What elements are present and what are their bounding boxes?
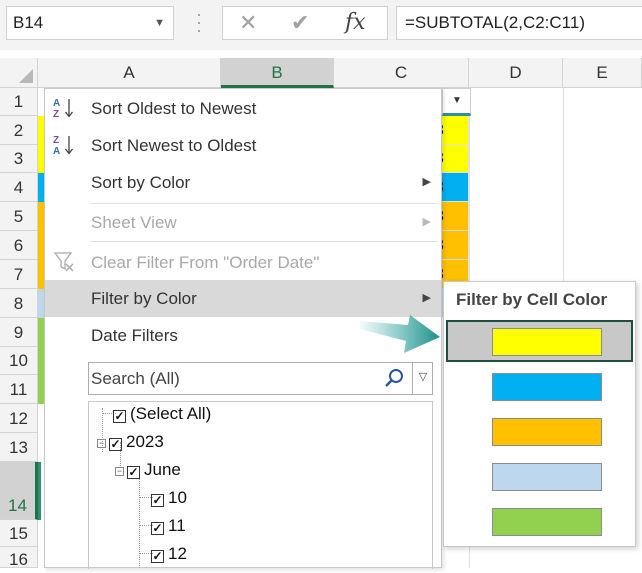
menu-item-label: Filter by Color xyxy=(91,289,197,308)
checkbox-checked-icon[interactable]: ✓ xyxy=(113,410,126,423)
column-header-c[interactable]: C xyxy=(334,58,469,88)
row-header[interactable]: 7 xyxy=(0,260,38,289)
tree-item-day[interactable]: ✓ 10 xyxy=(151,487,187,509)
cell-c4[interactable]: 3 xyxy=(441,173,469,202)
column-header-e[interactable]: E xyxy=(563,58,642,88)
menu-separator xyxy=(91,241,437,242)
svg-text:Z: Z xyxy=(53,135,59,146)
row-header[interactable]: 13 xyxy=(0,433,38,462)
checkbox-checked-icon[interactable]: ✓ xyxy=(109,438,122,451)
insert-function-icon[interactable]: fx xyxy=(345,7,366,39)
menu-item-sheet-view: Sheet View ▶ xyxy=(45,204,441,241)
checkbox-checked-icon[interactable]: ✓ xyxy=(127,466,140,479)
menu-item-label: Sheet View xyxy=(91,213,177,232)
row-header[interactable]: 4 xyxy=(0,173,38,202)
cell-c6[interactable]: 3 xyxy=(441,231,469,260)
submenu-arrow-icon: ▶ xyxy=(422,216,431,228)
tree-item-day[interactable]: ✓ 11 xyxy=(151,515,186,537)
svg-text:A: A xyxy=(53,146,60,157)
name-box-dropdown-icon[interactable]: ▼ xyxy=(154,7,165,39)
select-all-corner[interactable] xyxy=(0,58,38,88)
color-option-yellow[interactable] xyxy=(446,320,633,362)
checkbox-checked-icon[interactable]: ✓ xyxy=(151,522,164,535)
search-input[interactable]: Search (All) xyxy=(88,362,433,395)
cell-c5[interactable]: 3 xyxy=(441,202,469,231)
column-header-d[interactable]: D xyxy=(469,58,563,88)
callout-arrow-icon xyxy=(360,315,440,353)
row-header[interactable]: 12 xyxy=(0,404,38,433)
row-header[interactable]: 11 xyxy=(0,375,38,404)
formula-input[interactable]: =SUBTOTAL(2,C2:C11) xyxy=(396,6,642,40)
color-swatch xyxy=(492,463,602,491)
color-option-light-blue[interactable] xyxy=(446,455,633,497)
column-header-a[interactable]: A xyxy=(38,58,221,88)
submenu-arrow-icon: ▶ xyxy=(422,176,431,188)
search-dropdown-icon[interactable]: ▽ xyxy=(412,362,433,395)
row-header[interactable]: 3 xyxy=(0,145,38,173)
row-header[interactable]: 9 xyxy=(0,318,38,347)
tree-item-year[interactable]: − ✓ 2023 xyxy=(97,431,164,453)
row-header[interactable]: 14 xyxy=(0,462,38,520)
menu-item-label: Clear Filter From "Order Date" xyxy=(91,253,320,272)
tree-item-month[interactable]: − ✓ June xyxy=(115,459,181,481)
cancel-icon[interactable]: ✕ xyxy=(239,7,257,39)
color-swatch xyxy=(492,373,602,401)
row-header[interactable]: 6 xyxy=(0,231,38,260)
row-header[interactable]: 16 xyxy=(0,547,38,569)
name-box[interactable]: B14 ▼ xyxy=(6,6,174,40)
svg-text:A: A xyxy=(53,98,60,109)
menu-item-label: Sort Oldest to Newest xyxy=(91,99,257,118)
row-header[interactable]: 1 xyxy=(0,88,38,116)
filter-value-tree: ✓ (Select All) − ✓ 2023 − ✓ June ✓ 10 ✓ 11 ✓ 12 xyxy=(88,401,433,569)
menu-item-clear-filter: Clear Filter From "Order Date" xyxy=(45,244,441,281)
color-swatch xyxy=(492,418,602,446)
cell-c2[interactable]: 3 xyxy=(441,116,469,145)
row-header[interactable]: 10 xyxy=(0,347,38,375)
collapse-icon[interactable]: − xyxy=(115,467,124,476)
cell-c3[interactable]: 3 xyxy=(441,145,469,173)
formula-buttons: ✕ ✔ fx xyxy=(222,6,388,40)
checkbox-checked-icon[interactable]: ✓ xyxy=(151,494,164,507)
color-option-green[interactable] xyxy=(446,500,633,542)
row-header[interactable]: 8 xyxy=(0,289,38,318)
menu-item-sort-by-color[interactable]: Sort by Color ▶ xyxy=(45,164,441,201)
clear-filter-icon xyxy=(53,252,74,272)
tree-item-select-all[interactable]: ✓ (Select All) xyxy=(113,403,211,425)
filter-by-color-submenu: Filter by Cell Color xyxy=(443,281,636,547)
submenu-arrow-icon: ▶ xyxy=(422,292,431,304)
submenu-header: Filter by Cell Color xyxy=(456,290,608,309)
menu-item-sort-newest[interactable]: Z A Sort Newest to Oldest xyxy=(45,127,441,164)
menu-item-filter-by-color[interactable]: Filter by Color ▶ xyxy=(45,280,441,317)
name-box-value: B14 xyxy=(13,13,44,32)
checkbox-checked-icon[interactable]: ✓ xyxy=(151,550,164,563)
menu-item-label: Sort Newest to Oldest xyxy=(91,136,257,155)
menu-item-label: Sort by Color xyxy=(91,173,191,192)
color-swatch xyxy=(492,328,602,356)
enter-icon[interactable]: ✔ xyxy=(291,7,309,39)
color-swatch xyxy=(492,508,602,536)
collapse-icon[interactable]: − xyxy=(97,439,106,448)
search-icon xyxy=(385,369,403,387)
cell-selection-strip xyxy=(38,462,41,520)
tree-item-day[interactable]: ✓ 12 xyxy=(151,543,187,565)
sort-descending-icon: Z A xyxy=(53,135,74,157)
row-header[interactable]: 5 xyxy=(0,202,38,231)
row-header[interactable]: 2 xyxy=(0,116,38,145)
menu-item-label: Date Filters xyxy=(91,326,178,345)
color-option-orange[interactable] xyxy=(446,410,633,452)
menu-item-sort-oldest[interactable]: A Z Sort Oldest to Newest xyxy=(45,90,441,127)
search-placeholder: Search (All) xyxy=(91,369,180,388)
row-header[interactable]: 15 xyxy=(0,520,38,547)
svg-text:Z: Z xyxy=(53,109,59,120)
filter-dropdown-button[interactable]: ▼ xyxy=(442,88,471,116)
color-option-blue[interactable] xyxy=(446,365,633,407)
sort-ascending-icon: A Z xyxy=(53,98,74,120)
more-options-icon[interactable]: · · · xyxy=(196,5,202,39)
column-header-b[interactable]: B xyxy=(221,58,334,88)
